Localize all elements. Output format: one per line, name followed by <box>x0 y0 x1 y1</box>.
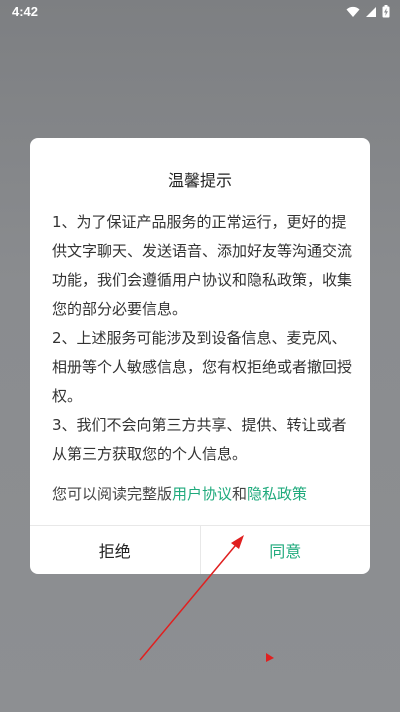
read-hint-prefix: 您可以阅读完整版 <box>52 485 173 503</box>
signal-icon <box>366 6 376 17</box>
status-icons <box>346 5 390 18</box>
read-hint: 您可以阅读完整版用户协议和隐私政策 <box>52 480 362 508</box>
status-time: 4:42 <box>12 4 39 19</box>
dialog-paragraph-3: 3、我们不会向第三方共享、提供、转让或者从第三方获取您的个人信息。 <box>52 416 347 463</box>
dialog-paragraph-2: 2、上述服务可能涉及到设备信息、麦克风、相册等个人敏感信息，您有权拒绝或者撤回授… <box>52 329 353 405</box>
agree-button[interactable]: 同意 <box>201 526 371 574</box>
battery-charging-icon <box>382 5 390 18</box>
privacy-policy-link[interactable]: 隐私政策 <box>247 485 307 503</box>
user-agreement-link[interactable]: 用户协议 <box>172 485 232 503</box>
dialog-title: 温馨提示 <box>167 171 232 190</box>
dialog-footer: 拒绝 同意 <box>30 525 370 574</box>
reject-button[interactable]: 拒绝 <box>30 526 201 574</box>
status-bar: 4:42 <box>0 0 400 24</box>
privacy-dialog: 温馨提示 1、为了保证产品服务的正常运行，更好的提供文字聊天、发送语音、添加好友… <box>30 138 370 574</box>
dialog-body: 1、为了保证产品服务的正常运行，更好的提供文字聊天、发送语音、添加好友等沟通交流… <box>52 208 352 469</box>
read-hint-conjunction: 和 <box>232 485 248 503</box>
dialog-paragraph-1: 1、为了保证产品服务的正常运行，更好的提供文字聊天、发送语音、添加好友等沟通交流… <box>52 213 353 318</box>
wifi-icon <box>346 6 360 17</box>
